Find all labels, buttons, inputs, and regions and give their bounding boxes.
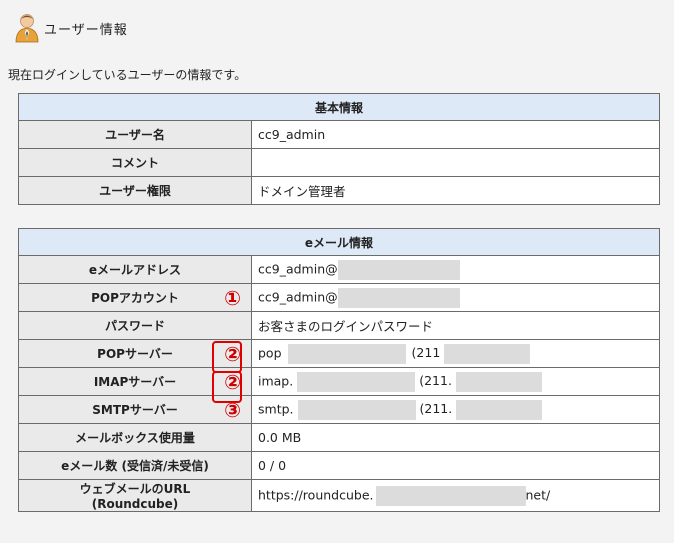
redacted-block: [444, 343, 531, 364]
table-row: IMAPサーバー ② imap. (211.: [18, 367, 660, 396]
redacted-block: [297, 399, 416, 420]
email-address-value: cc9_admin@: [251, 255, 660, 284]
table-row: ユーザー名 cc9_admin: [18, 120, 660, 149]
page-title: ユーザー情報: [44, 22, 128, 38]
table-row: ウェブメールのURL (Roundcube) https://roundcube.…: [18, 479, 660, 512]
smtp-server-value: smtp. (211.: [251, 395, 660, 424]
imap-server-ip: (211.: [419, 373, 452, 388]
smtp-server-label-text: SMTPサーバー: [92, 403, 178, 417]
redacted-block: [375, 485, 526, 506]
webmail-url-text: https://roundcube.: [258, 487, 374, 502]
email-info-table: eメール情報 eメールアドレス cc9_admin@ POPアカウント ① cc9…: [18, 228, 660, 512]
webmail-url-value: https://roundcube. net/: [251, 479, 660, 512]
basic-info-header: 基本情報: [18, 93, 660, 121]
marker-1: ①: [224, 285, 241, 310]
pop-account-text: cc9_admin@: [258, 289, 338, 304]
table-row: パスワード お客さまのログインパスワード: [18, 311, 660, 340]
smtp-server-ip: (211.: [419, 401, 453, 416]
table-row: POPアカウント ① cc9_admin@: [18, 283, 660, 312]
webmail-url-label-line2: (Roundcube): [91, 497, 179, 511]
email-count-value: 0 / 0: [251, 451, 660, 480]
comment-value: [251, 148, 660, 177]
username-value: cc9_admin: [251, 120, 660, 149]
pop-account-label: POPアカウント ①: [18, 283, 252, 312]
imap-server-value: imap. (211.: [251, 367, 660, 396]
email-address-text: cc9_admin@: [258, 261, 338, 276]
username-label: ユーザー名: [18, 120, 252, 149]
pop-server-label-text: POPサーバー: [97, 347, 173, 361]
table-row: POPサーバー ② pop (211: [18, 339, 660, 368]
password-value: お客さまのログインパスワード: [251, 311, 660, 340]
page-header: ユーザー情報: [14, 10, 128, 46]
table-row: SMTPサーバー ③ smtp. (211.: [18, 395, 660, 424]
mailbox-usage-value: 0.0 MB: [251, 423, 660, 452]
redacted-block: [297, 371, 416, 392]
pop-server-text: pop: [258, 345, 282, 360]
comment-label: コメント: [18, 148, 252, 177]
webmail-url-label-line1: ウェブメールのURL: [79, 482, 191, 496]
password-label: パスワード: [18, 311, 252, 340]
user-icon: [15, 14, 39, 43]
imap-server-label-text: IMAPサーバー: [93, 375, 177, 389]
user-permission-label: ユーザー権限: [18, 176, 252, 205]
table-row: コメント: [18, 148, 660, 177]
table-row: メールボックス使用量 0.0 MB: [18, 423, 660, 452]
pop-account-label-text: POPアカウント: [91, 291, 179, 305]
user-permission-value: ドメイン管理者: [251, 176, 660, 205]
email-info-header: eメール情報: [18, 228, 660, 256]
marker-2-box: [212, 341, 242, 373]
mailbox-usage-label: メールボックス使用量: [18, 423, 252, 452]
redacted-block: [337, 287, 460, 308]
marker-2-box: [212, 371, 242, 403]
redacted-block: [456, 399, 543, 420]
table-row: ユーザー権限 ドメイン管理者: [18, 176, 660, 205]
page-description: 現在ログインしているユーザーの情報です。: [8, 68, 247, 82]
redacted-block: [455, 371, 542, 392]
table-row: eメール数 (受信済/未受信) 0 / 0: [18, 451, 660, 480]
smtp-server-text: smtp.: [258, 401, 294, 416]
pop-server-value: pop (211: [251, 339, 660, 368]
table-row: eメールアドレス cc9_admin@: [18, 255, 660, 284]
redacted-block: [337, 259, 460, 280]
webmail-url-label: ウェブメールのURL (Roundcube): [18, 479, 252, 512]
webmail-url-suffix: net/: [525, 487, 551, 502]
imap-server-text: imap.: [258, 373, 294, 388]
email-count-label: eメール数 (受信済/未受信): [18, 451, 252, 480]
pop-account-value: cc9_admin@: [251, 283, 660, 312]
redacted-block: [287, 343, 406, 364]
pop-server-ip: (211: [411, 345, 441, 360]
basic-info-table: 基本情報 ユーザー名 cc9_admin コメント ユーザー権限 ドメイン管理者: [18, 93, 660, 205]
email-address-label: eメールアドレス: [18, 255, 252, 284]
